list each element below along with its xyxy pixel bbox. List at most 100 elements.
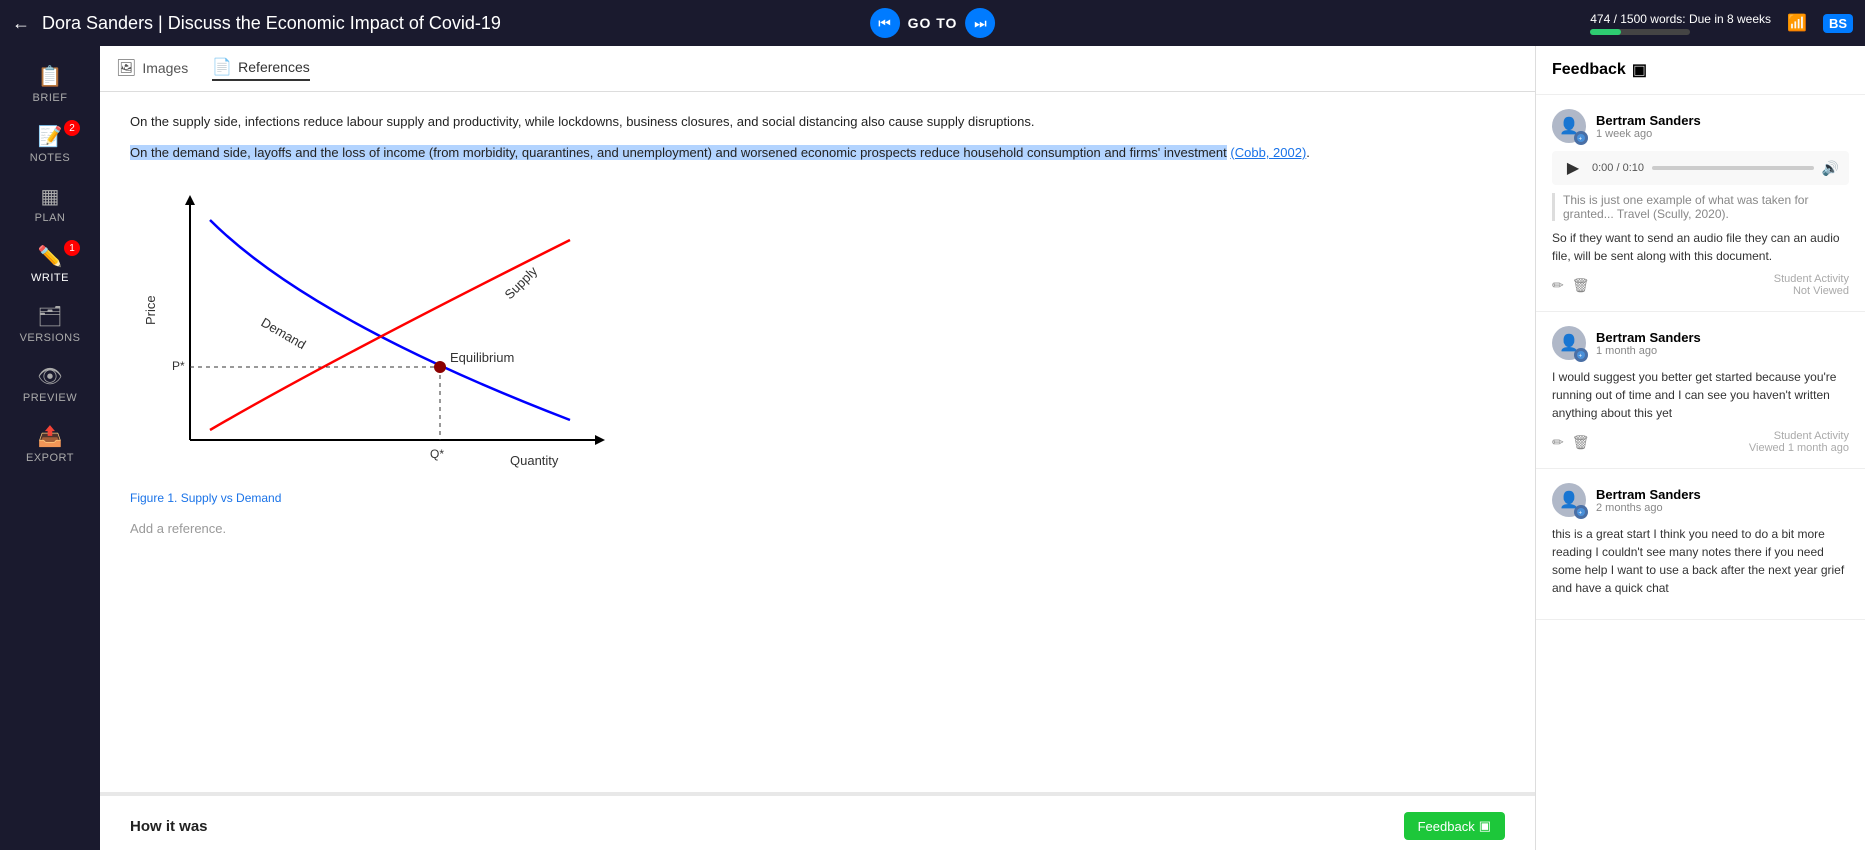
versions-icon: 🗂 [37,304,62,329]
svg-text:Demand: Demand [259,314,309,352]
export-icon: 📤 [38,424,63,449]
goto-prev-button[interactable]: ⏮ [870,8,900,38]
avatar-1: 👤 + [1552,109,1586,143]
sidebar: 📋 BRIEF 2 📝 NOTES ▦ PLAN 1 ✏️ WRITE 🗂 VE… [0,46,100,850]
content-area: 🖼 Images 📄 References On the supply side… [100,46,1535,850]
comment-2-user-row: 👤 + Bertram Sanders 1 month ago [1552,326,1849,360]
svg-text:P*: P* [172,359,185,373]
avatar-badge-3: + [1574,505,1588,519]
volume-icon-1[interactable]: 🔊 [1822,160,1839,177]
avatar-badge-1: + [1574,131,1588,145]
preview-icon: 👁 [37,364,62,389]
sidebar-item-write[interactable]: 1 ✏️ WRITE [6,236,94,292]
svg-text:+: + [1579,137,1583,143]
comment-1-quote: This is just one example of what was tak… [1552,193,1849,221]
sidebar-item-notes[interactable]: 2 📝 NOTES [6,116,94,172]
tab-references[interactable]: 📄 References [212,57,310,81]
delete-icon-1[interactable]: 🗑 [1572,277,1590,294]
citation-link[interactable]: (Cobb, 2002) [1230,145,1306,160]
sidebar-item-export[interactable]: 📤 EXPORT [6,416,94,472]
comment-1-meta: Student Activity Not Viewed [1774,273,1849,297]
sidebar-label-write: WRITE [31,272,69,284]
play-button-1[interactable]: ▶ [1562,157,1584,179]
edit-icon-1[interactable]: ✏ [1552,277,1564,294]
feedback-panel-header: Feedback ▣ [1536,46,1865,95]
avatar-3: 👤 + [1552,483,1586,517]
images-tab-icon: 🖼 [116,58,136,78]
header-right: 474 / 1500 words: Due in 8 weeks 📶 BS [1590,12,1853,35]
comment-2-time: 1 month ago [1596,345,1701,357]
svg-text:+: + [1579,354,1583,360]
sidebar-label-versions: VERSIONS [20,332,81,344]
tab-images-label: Images [142,60,188,76]
feedback-header-icon: ▣ [1632,60,1647,80]
supply-demand-chart: Price Quantity P* Q* Demand [130,180,1505,505]
edit-icon-2[interactable]: ✏ [1552,434,1564,451]
chart-svg: Price Quantity P* Q* Demand [130,180,610,480]
demand-text: On the demand side, layoffs and the loss… [130,143,1505,164]
audio-bar-1[interactable] [1652,166,1814,170]
delete-icon-2[interactable]: 🗑 [1572,434,1590,451]
svg-text:Quantity: Quantity [510,453,559,468]
svg-text:+: + [1579,511,1583,517]
comment-3-time: 2 months ago [1596,502,1701,514]
add-reference[interactable]: Add a reference. [130,521,1505,536]
audio-time-1: 0:00 / 0:10 [1592,162,1644,174]
comment-1-user-row: 👤 + Bertram Sanders 1 week ago [1552,109,1849,143]
sidebar-item-preview[interactable]: 👁 PREVIEW [6,356,94,412]
feedback-comment-3: 👤 + Bertram Sanders 2 months ago this is… [1536,469,1865,620]
sidebar-label-brief: BRIEF [33,92,68,104]
comment-2-meta: Student Activity Viewed 1 month ago [1749,430,1849,454]
section-header: How it was Feedback ▣ [130,812,1505,840]
plan-icon: ▦ [41,184,60,209]
document-area: On the supply side, infections reduce la… [100,92,1535,850]
feedback-comment-2: 👤 + Bertram Sanders 1 month ago I would … [1536,312,1865,469]
feedback-panel: Feedback ▣ 👤 + Bertram Sanders 1 week ag… [1535,46,1865,850]
goto-controls: ⏮ GO TO ⏭ [870,8,996,38]
progress-bar-fill [1590,29,1621,35]
svg-text:Q*: Q* [430,447,444,461]
progress-bar [1590,29,1690,35]
highlighted-demand-text: On the demand side, layoffs and the loss… [130,145,1227,160]
avatar-badge-2: + [1574,348,1588,362]
comment-2-actions: ✏ 🗑 Student Activity Viewed 1 month ago [1552,430,1849,454]
word-count-container: 474 / 1500 words: Due in 8 weeks [1590,12,1771,35]
brief-icon: 📋 [38,64,63,89]
goto-next-button[interactable]: ⏭ [965,8,995,38]
sidebar-label-export: EXPORT [26,452,74,464]
notes-icon: 📝 [38,124,63,149]
feedback-btn-icon: ▣ [1479,818,1491,834]
how-it-was-section: How it was Feedback ▣ Prior to Covid-19,… [100,796,1535,850]
sidebar-item-plan[interactable]: ▦ PLAN [6,176,94,232]
comment-2-text: I would suggest you better get started b… [1552,368,1849,422]
tabs-bar: 🖼 Images 📄 References [100,46,1535,92]
audio-player-1: ▶ 0:00 / 0:10 🔊 [1552,151,1849,185]
goto-label: GO TO [908,15,958,31]
comment-2-name: Bertram Sanders [1596,330,1701,345]
write-badge: 1 [64,240,80,256]
back-button[interactable]: ← [12,13,30,34]
tab-images[interactable]: 🖼 Images [116,58,188,80]
feedback-button[interactable]: Feedback ▣ [1404,812,1505,840]
document-page: On the supply side, infections reduce la… [100,92,1535,792]
sidebar-item-versions[interactable]: 🗂 VERSIONS [6,296,94,352]
comment-3-text: this is a great start I think you need t… [1552,525,1849,597]
user-badge: BS [1823,14,1853,33]
section-title: How it was [130,818,208,835]
comment-1-text: So if they want to send an audio file th… [1552,229,1849,265]
write-icon: ✏️ [38,244,63,269]
sidebar-label-plan: PLAN [35,212,66,224]
feedback-header-label: Feedback [1552,61,1626,79]
comment-3-name: Bertram Sanders [1596,487,1701,502]
comment-1-time: 1 week ago [1596,128,1701,140]
chart-caption: Figure 1. Supply vs Demand [130,491,1505,505]
wifi-icon: 📶 [1787,13,1807,33]
sidebar-label-preview: PREVIEW [23,392,77,404]
comment-3-user-row: 👤 + Bertram Sanders 2 months ago [1552,483,1849,517]
feedback-comment-1: 👤 + Bertram Sanders 1 week ago ▶ 0:00 / … [1536,95,1865,312]
main-layout: 📋 BRIEF 2 📝 NOTES ▦ PLAN 1 ✏️ WRITE 🗂 VE… [0,46,1865,850]
comment-1-actions: ✏ 🗑 Student Activity Not Viewed [1552,273,1849,297]
avatar-2: 👤 + [1552,326,1586,360]
page-title: Dora Sanders | Discuss the Economic Impa… [42,13,501,34]
sidebar-item-brief[interactable]: 📋 BRIEF [6,56,94,112]
